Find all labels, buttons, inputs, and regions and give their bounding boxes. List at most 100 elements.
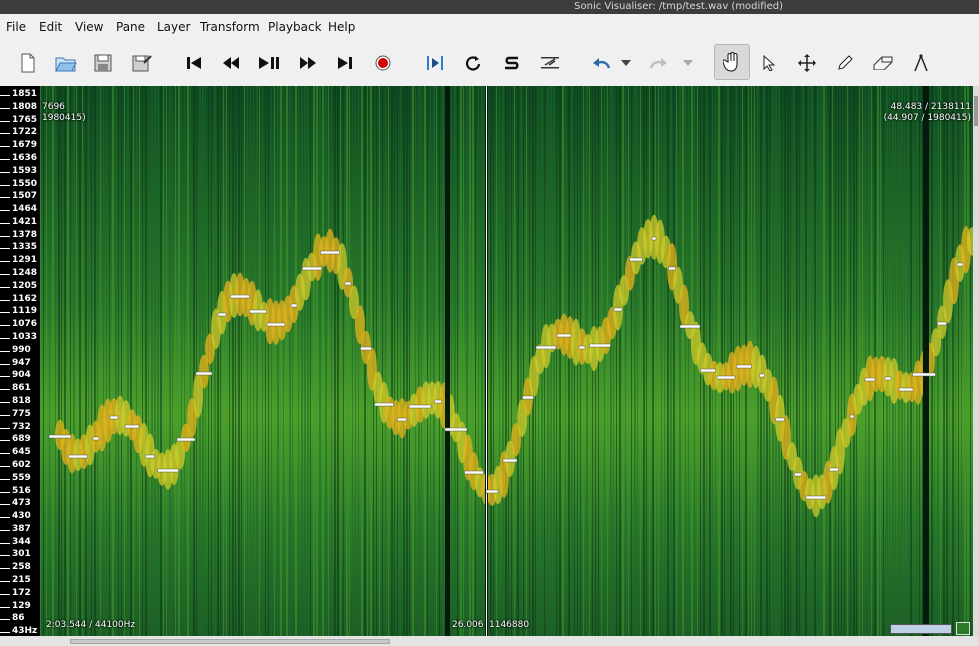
- fast-forward-end-icon[interactable]: [329, 47, 361, 79]
- note-marker[interactable]: [794, 472, 802, 477]
- save-as-icon[interactable]: [126, 47, 158, 79]
- note-marker[interactable]: [578, 345, 586, 350]
- vertical-scroll-thumb[interactable]: [974, 96, 978, 126]
- note-marker[interactable]: [502, 458, 518, 463]
- note-marker[interactable]: [956, 262, 964, 267]
- note-marker[interactable]: [736, 364, 752, 369]
- undo-dropdown-icon[interactable]: [616, 47, 636, 79]
- scale-tick: [0, 479, 10, 480]
- spectrogram-view[interactable]: [40, 86, 973, 636]
- measure-icon[interactable]: [905, 47, 937, 79]
- note-marker[interactable]: [157, 468, 179, 473]
- note-marker[interactable]: [668, 266, 676, 271]
- redo-dropdown-icon[interactable]: [678, 47, 698, 79]
- menu-view[interactable]: View: [75, 20, 103, 34]
- navigate-hand-icon[interactable]: [714, 44, 750, 80]
- note-marker[interactable]: [320, 250, 340, 255]
- note-marker[interactable]: [629, 257, 643, 262]
- note-marker[interactable]: [805, 495, 827, 500]
- note-marker[interactable]: [864, 377, 876, 382]
- move-icon[interactable]: [791, 47, 823, 79]
- note-marker[interactable]: [217, 312, 227, 317]
- note-marker[interactable]: [651, 236, 657, 241]
- note-marker[interactable]: [464, 470, 484, 475]
- note-marker[interactable]: [195, 371, 213, 376]
- solo-icon[interactable]: [496, 47, 528, 79]
- note-marker[interactable]: [374, 402, 394, 407]
- note-marker[interactable]: [48, 434, 72, 439]
- spectrogram-pane[interactable]: 1851 1808 1765 1722 1679 1636 1593 1550 1507 1464…: [0, 86, 973, 636]
- undo-icon[interactable]: [585, 47, 617, 79]
- note-marker[interactable]: [344, 281, 352, 286]
- note-marker[interactable]: [408, 404, 432, 409]
- note-marker[interactable]: [485, 489, 499, 494]
- horizontal-scrollbar[interactable]: [0, 636, 979, 646]
- note-marker[interactable]: [775, 417, 785, 422]
- select-arrow-icon[interactable]: [753, 47, 785, 79]
- horizontal-scroll-thumb[interactable]: [70, 639, 390, 644]
- note-marker[interactable]: [92, 436, 100, 441]
- fast-forward-icon[interactable]: [292, 47, 324, 79]
- open-folder-icon[interactable]: [50, 47, 82, 79]
- menu-transform[interactable]: Transform: [200, 20, 260, 34]
- menu-edit[interactable]: Edit: [39, 20, 62, 34]
- note-marker[interactable]: [145, 454, 155, 459]
- note-marker[interactable]: [679, 324, 701, 329]
- note-marker[interactable]: [829, 467, 839, 472]
- record-icon[interactable]: [367, 47, 399, 79]
- playhead-frame: 1146880: [489, 620, 530, 630]
- play-selection-icon[interactable]: [419, 47, 451, 79]
- note-marker[interactable]: [68, 454, 88, 459]
- play-pause-icon[interactable]: [253, 47, 285, 79]
- vertical-scrollbar[interactable]: [973, 86, 979, 636]
- note-marker[interactable]: [109, 415, 119, 420]
- note-marker[interactable]: [397, 417, 407, 422]
- note-marker[interactable]: [716, 375, 736, 380]
- scale-label: 1507: [12, 191, 38, 201]
- align-icon[interactable]: [534, 47, 566, 79]
- menu-playback[interactable]: Playback: [268, 20, 322, 34]
- zoom-wheel[interactable]: [890, 624, 952, 634]
- note-marker[interactable]: [937, 321, 947, 326]
- note-marker[interactable]: [589, 343, 611, 348]
- note-marker[interactable]: [613, 307, 623, 312]
- redo-icon[interactable]: [643, 47, 675, 79]
- scale-label: 1593: [12, 166, 38, 176]
- note-marker[interactable]: [535, 345, 557, 350]
- note-marker[interactable]: [434, 399, 442, 404]
- note-marker[interactable]: [522, 395, 534, 400]
- note-marker[interactable]: [266, 322, 286, 327]
- note-marker[interactable]: [444, 427, 468, 432]
- menu-file[interactable]: File: [6, 20, 26, 34]
- save-icon[interactable]: [87, 47, 119, 79]
- scale-tick: [0, 517, 10, 518]
- scale-tick: [0, 428, 10, 429]
- scale-tick: [0, 159, 10, 160]
- erase-icon[interactable]: [867, 47, 899, 79]
- scale-tick: [0, 581, 10, 582]
- note-marker[interactable]: [884, 376, 892, 381]
- note-marker[interactable]: [302, 266, 322, 271]
- note-marker[interactable]: [360, 346, 372, 351]
- note-marker[interactable]: [556, 333, 572, 338]
- menu-help[interactable]: Help: [328, 20, 355, 34]
- note-marker[interactable]: [249, 309, 267, 314]
- note-marker[interactable]: [290, 303, 298, 308]
- note-marker[interactable]: [898, 387, 914, 392]
- note-marker[interactable]: [912, 372, 936, 377]
- rewind-icon[interactable]: [215, 47, 247, 79]
- loop-icon[interactable]: [457, 47, 489, 79]
- draw-pencil-icon[interactable]: [829, 47, 861, 79]
- new-file-icon[interactable]: [12, 47, 44, 79]
- rewind-start-icon[interactable]: [178, 47, 210, 79]
- scale-label: 689: [12, 434, 31, 444]
- note-marker[interactable]: [700, 368, 716, 373]
- menu-layer[interactable]: Layer: [157, 20, 190, 34]
- menu-pane[interactable]: Pane: [116, 20, 145, 34]
- note-marker[interactable]: [124, 424, 140, 429]
- note-marker[interactable]: [176, 437, 196, 442]
- note-marker[interactable]: [230, 294, 250, 299]
- note-marker[interactable]: [759, 373, 765, 378]
- scale-tick: [0, 492, 10, 493]
- note-marker[interactable]: [849, 414, 855, 419]
